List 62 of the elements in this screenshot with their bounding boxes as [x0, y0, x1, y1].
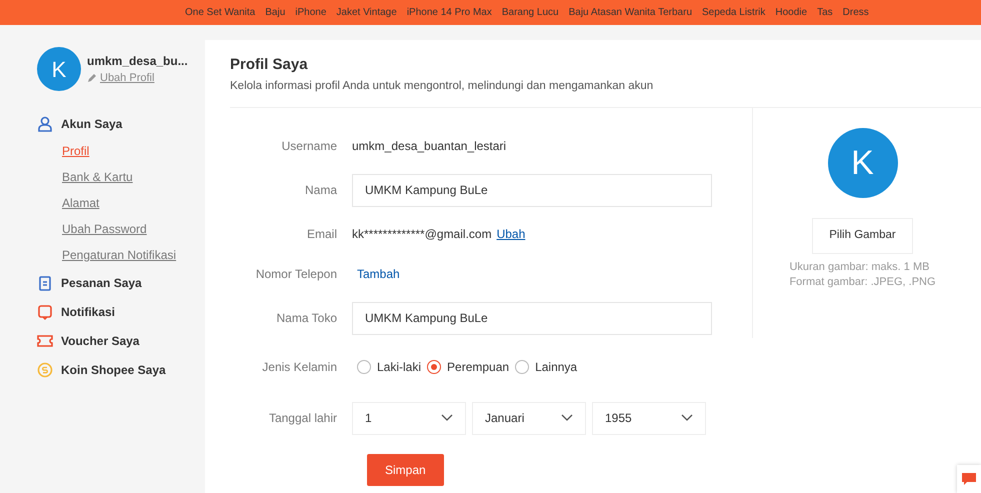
- text-field[interactable]: UMKM Kampung BuLe: [352, 174, 712, 207]
- pencil-icon: [87, 73, 97, 83]
- choose-image-button[interactable]: Pilih Gambar: [812, 218, 913, 254]
- save-button[interactable]: Simpan: [367, 454, 444, 486]
- submenu-item[interactable]: Bank & Kartu: [37, 164, 205, 190]
- submenu-item[interactable]: Alamat: [37, 190, 205, 216]
- search-suggestion-link[interactable]: Barang Lucu: [502, 5, 559, 20]
- search-suggestion-link[interactable]: Jaket Vintage: [336, 5, 397, 20]
- radio-label: Lainnya: [535, 359, 578, 376]
- radio-button[interactable]: [427, 360, 442, 374]
- radio-button[interactable]: [357, 360, 371, 374]
- submenu-item[interactable]: Pengaturan Notifikasi: [37, 242, 205, 268]
- field-label: Nama Toko: [276, 310, 338, 328]
- field-label: Nama: [304, 182, 338, 200]
- search-suggestion-link[interactable]: Dress: [842, 5, 869, 20]
- chat-icon: [962, 473, 976, 485]
- search-suggestion-link[interactable]: iPhone 14 Pro Max: [406, 5, 492, 20]
- field-label: Email: [306, 226, 338, 244]
- search-suggestion-link[interactable]: Hoodie: [775, 5, 808, 20]
- menu-item[interactable]: Koin Shopee Saya: [61, 360, 166, 378]
- field-value: umkm_desa_buantan_lestari: [352, 138, 506, 156]
- search-suggestion-link[interactable]: One Set Wanita: [185, 5, 256, 20]
- text-field[interactable]: UMKM Kampung BuLe: [352, 302, 712, 335]
- field-label: Username: [280, 138, 338, 156]
- dropdown-value: Januari: [485, 410, 524, 428]
- field-label: Jenis Kelamin: [261, 359, 338, 376]
- dropdown-value: 1955: [605, 410, 632, 428]
- chat-button[interactable]: [957, 465, 981, 493]
- add-link[interactable]: Tambah: [357, 265, 400, 284]
- radio-label: Perempuan: [447, 359, 510, 376]
- dropdown[interactable]: 1955: [592, 402, 706, 435]
- submenu-item[interactable]: Ubah Password: [37, 216, 205, 242]
- menu-item[interactable]: Notifikasi: [61, 302, 116, 320]
- menu-item[interactable]: Voucher Saya: [61, 332, 140, 350]
- image-requirement-note: Ukuran gambar: maks. 1 MB: [789, 260, 930, 274]
- chevron-down-icon: [681, 414, 693, 422]
- search-suggestion-link[interactable]: Tas: [817, 5, 833, 20]
- edit-profile-link[interactable]: Ubah Profil: [87, 70, 188, 86]
- search-suggestion-link[interactable]: Sepeda Listrik: [702, 5, 766, 20]
- menu-item[interactable]: Pesanan Saya: [61, 274, 142, 292]
- page-title: Profil Saya: [230, 56, 309, 74]
- search-suggestion-link[interactable]: Baju: [265, 5, 286, 20]
- field-label: Nomor Telepon: [254, 266, 338, 284]
- field-label: Tanggal lahir: [268, 410, 338, 428]
- search-suggestion-link[interactable]: Baju Atasan Wanita Terbaru: [568, 5, 692, 20]
- dropdown[interactable]: 1: [352, 402, 466, 435]
- avatar: K: [37, 47, 81, 91]
- chevron-down-icon: [441, 414, 453, 422]
- search-suggestion-link[interactable]: iPhone: [295, 5, 326, 20]
- chevron-down-icon: [561, 414, 573, 422]
- image-requirement-note: Format gambar: .JPEG, .PNG: [789, 274, 936, 290]
- menu-item[interactable]: Akun Saya: [61, 114, 122, 132]
- submenu-item[interactable]: Profil: [37, 138, 205, 164]
- username: umkm_desa_bu...: [87, 52, 188, 70]
- page-subtitle: Kelola informasi profil Anda untuk mengontrol, melindungi dan mengamankan akun: [230, 79, 654, 94]
- dropdown-value: 1: [365, 410, 372, 428]
- field-value: kk*************@gmail.com: [352, 226, 492, 244]
- dropdown[interactable]: Januari: [472, 402, 586, 435]
- change-link[interactable]: Ubah: [496, 225, 526, 244]
- radio-label: Laki-laki: [377, 359, 422, 376]
- avatar: K: [828, 128, 898, 198]
- radio-button[interactable]: [515, 360, 530, 374]
